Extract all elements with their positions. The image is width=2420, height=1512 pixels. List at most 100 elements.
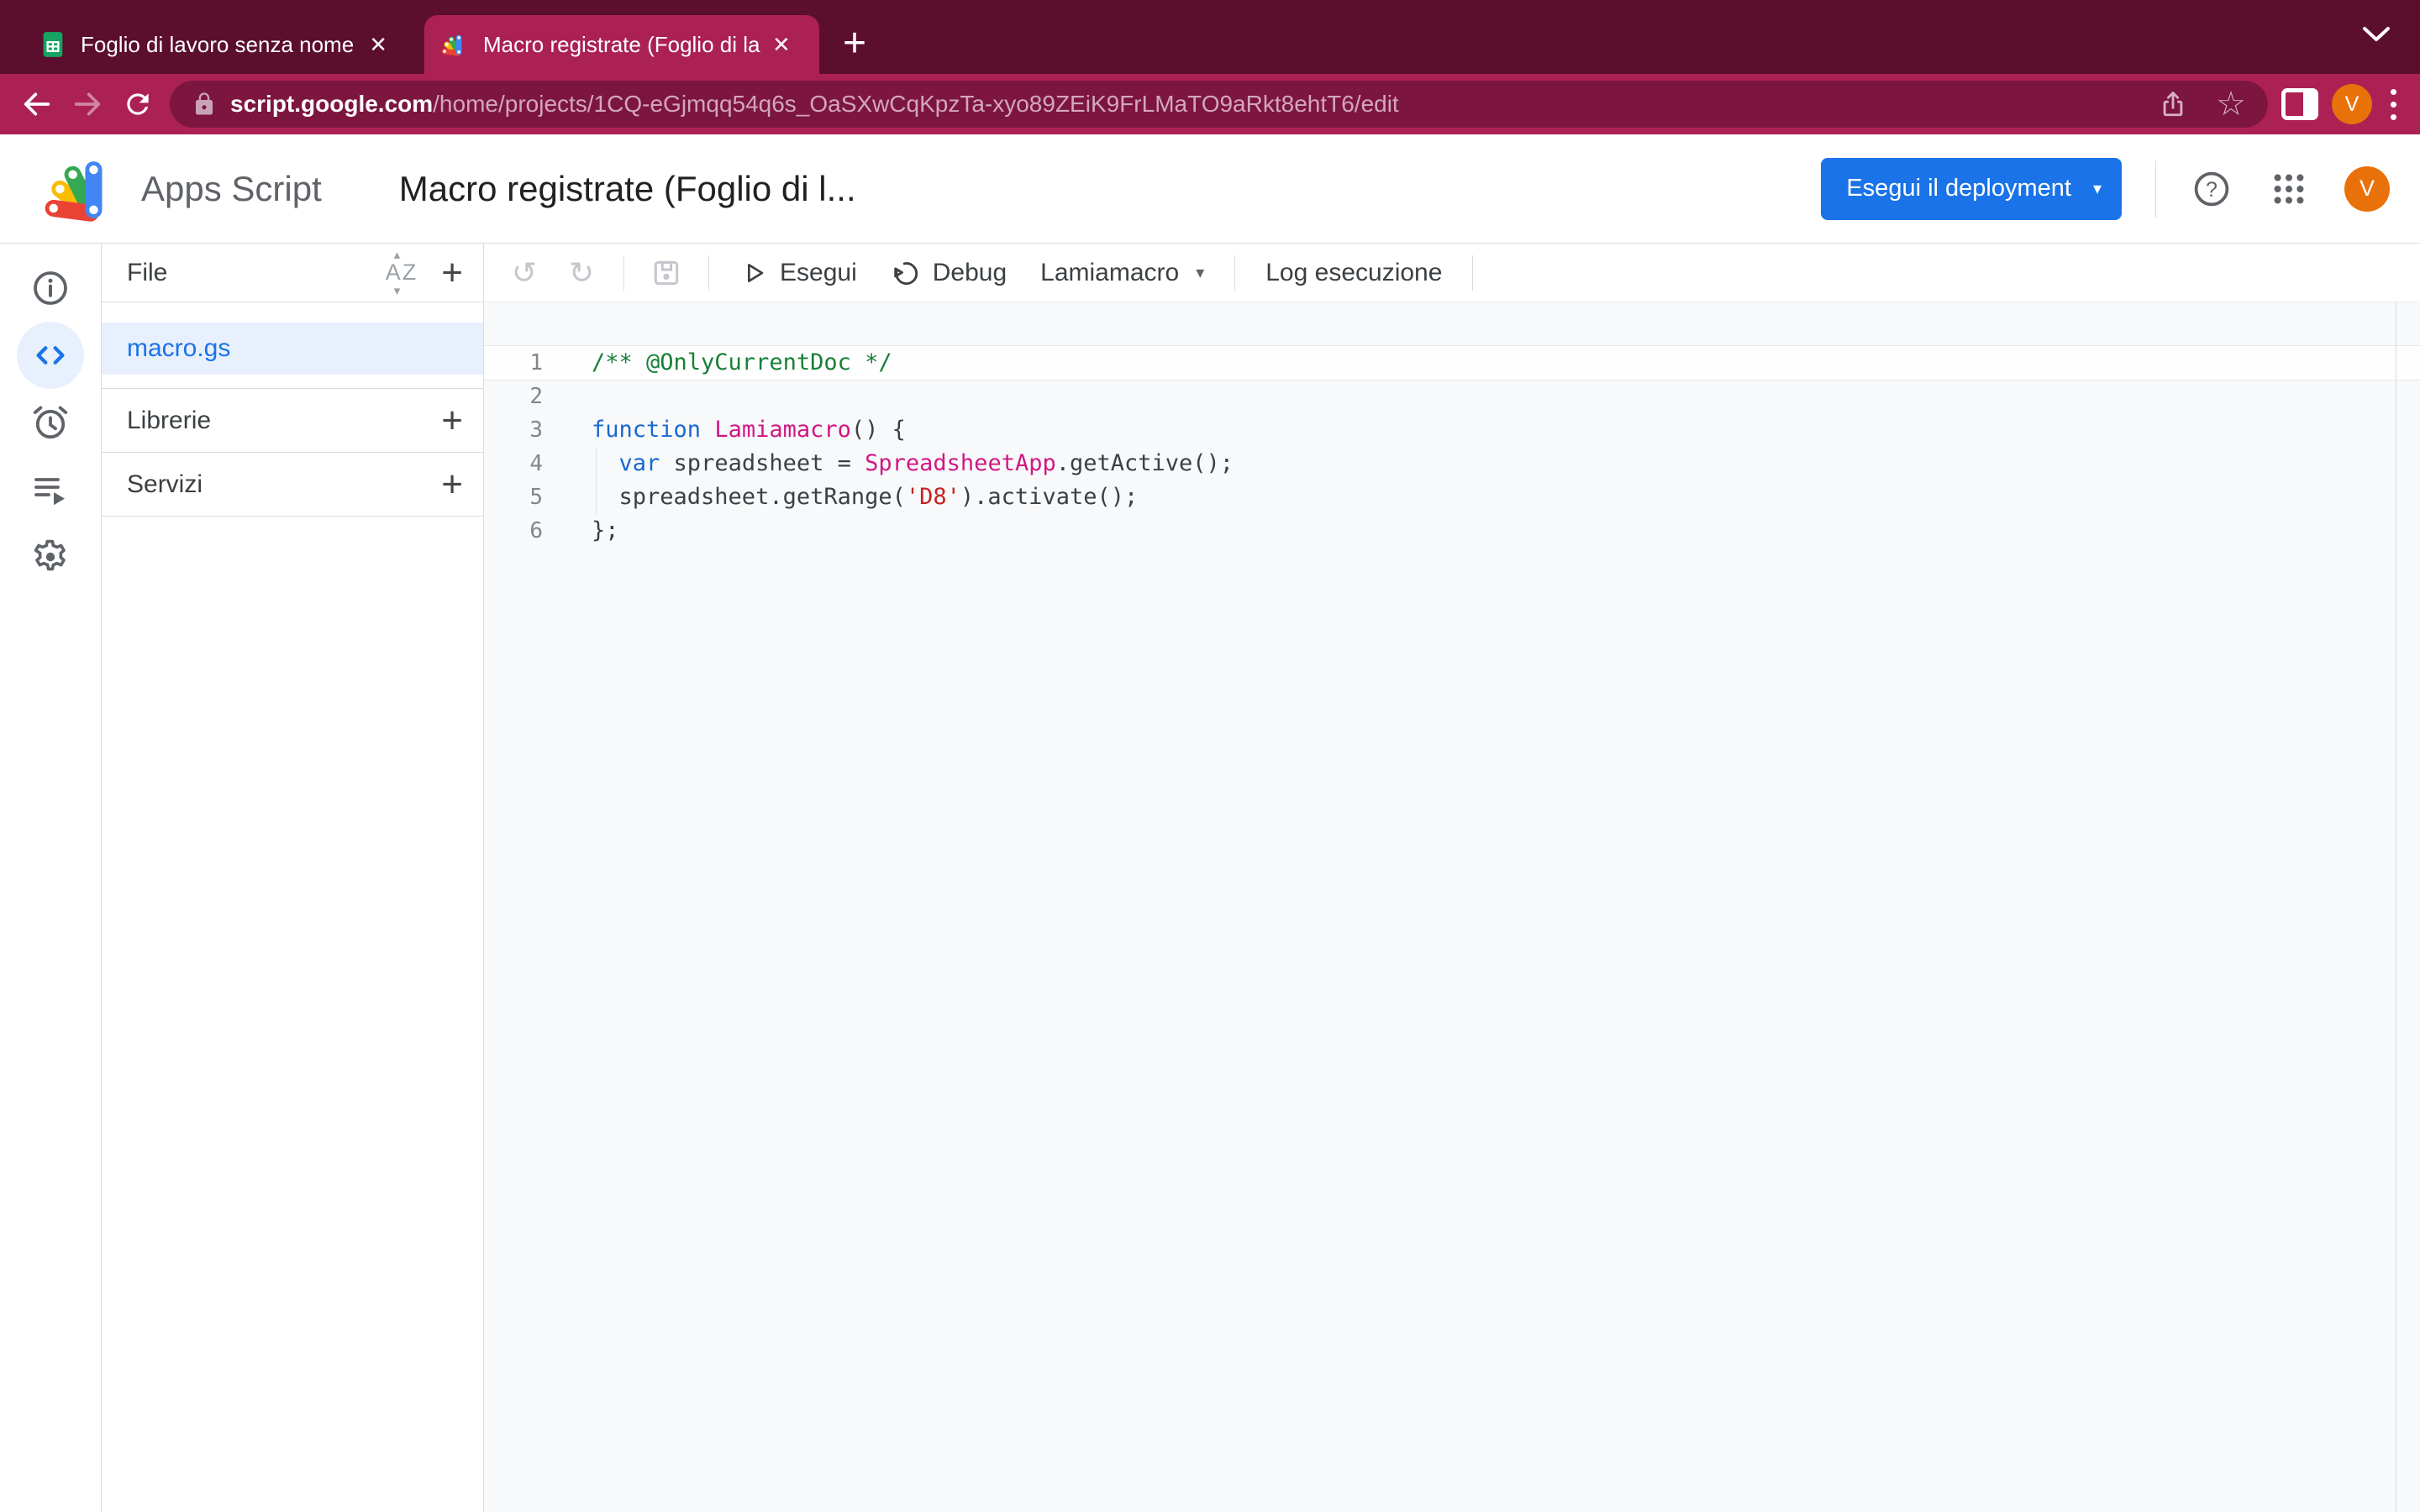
toolbar-divider [1472,255,1473,291]
side-panel-icon [2281,88,2318,120]
alarm-clock-icon [30,402,71,443]
forward-button[interactable] [69,86,106,123]
indent-guide [596,480,597,514]
execution-log-label: Log esecuzione [1265,259,1442,287]
tab-close-icon[interactable]: ✕ [369,32,387,58]
code-line-6[interactable]: 6}; [484,514,2420,548]
apps-script-logo-icon [42,154,126,224]
debug-button[interactable]: Debug [884,258,1013,288]
file-list: macro.gs [102,302,483,389]
section-label: Servizi [127,470,203,499]
toolbar-divider [1234,255,1235,291]
info-icon [30,268,71,308]
code-text: spreadsheet.getRange('D8').activate(); [543,480,1138,514]
project-title[interactable]: Macro registrate (Foglio di l... [399,169,856,209]
executions-icon [30,470,71,510]
browser-tab-apps-script[interactable]: Macro registrate (Foglio di lavo ✕ [424,15,819,74]
debug-icon [891,258,921,288]
sort-files-button[interactable]: AZ▴▾ [381,260,424,286]
play-icon [739,259,768,287]
section-label: Librerie [127,407,211,435]
reload-button[interactable] [119,86,156,123]
browser-profile-avatar[interactable]: V [2332,84,2372,124]
file-item-macro-gs[interactable]: macro.gs [102,323,483,375]
new-tab-button[interactable]: + [843,27,866,60]
tab-search-chevron-icon[interactable] [2361,25,2391,44]
gear-icon [30,537,71,577]
files-panel-title: File [127,259,167,287]
code-line-2[interactable]: 2 [484,380,2420,413]
add-file-button[interactable]: + [441,255,463,291]
apps-script-brand[interactable]: Apps Script [42,154,322,224]
file-name: macro.gs [127,334,230,363]
workspace: File AZ▴▾ + macro.gs Librerie + Servizi … [0,244,2420,1512]
rail-executions-button[interactable] [17,456,84,523]
url-path: /home/projects/1CQ-eGjmqq54q6s_OaSXwCqKp… [433,91,1399,117]
omnibox-actions: ☆ [2142,87,2246,121]
save-icon [650,257,682,289]
left-rail [0,244,102,1512]
code-text: /** @OnlyCurrentDoc */ [543,346,892,380]
rail-overview-button[interactable] [17,255,84,322]
help-icon: ? [2191,169,2232,209]
share-icon[interactable] [2159,90,2187,118]
account-avatar[interactable]: V [2344,166,2390,212]
line-number: 2 [484,380,543,413]
code-line-5[interactable]: 5 spreadsheet.getRange('D8').activate(); [484,480,2420,514]
undo-button[interactable]: ↺ [506,255,543,291]
url-text: script.google.com/home/projects/1CQ-eGjm… [230,91,1399,118]
code-text: function Lamiamacro() { [543,413,906,447]
editor: ↺ ↻ Esegui [484,244,2420,1512]
sidebar-section-libraries[interactable]: Librerie + [102,389,483,453]
google-apps-button[interactable] [2267,167,2311,211]
help-button[interactable]: ? [2190,167,2233,211]
deploy-button[interactable]: Esegui il deployment ▾ [1821,158,2122,220]
side-panel-button[interactable] [2281,86,2318,123]
sort-az-icon: AZ [386,260,418,285]
function-select-label: Lamiamacro [1040,259,1179,287]
bookmark-star-icon[interactable]: ☆ [2216,87,2246,121]
execution-log-button[interactable]: Log esecuzione [1259,259,1449,287]
redo-icon: ↻ [569,255,594,291]
rail-triggers-button[interactable] [17,389,84,456]
back-button[interactable] [18,86,55,123]
code-editor[interactable]: 1/** @OnlyCurrentDoc */23function Lamiam… [484,302,2420,1512]
add-service-button[interactable]: + [441,466,463,503]
forward-arrow-icon [71,87,104,121]
files-panel: File AZ▴▾ + macro.gs Librerie + Servizi … [102,244,484,1512]
add-library-button[interactable]: + [441,402,463,439]
code-lines: 1/** @OnlyCurrentDoc */23function Lamiam… [484,302,2420,548]
editor-toolbar: ↺ ↻ Esegui [484,244,2420,302]
code-line-4[interactable]: 4 var spreadsheet = SpreadsheetApp.getAc… [484,447,2420,480]
browser-toolbar: script.google.com/home/projects/1CQ-eGjm… [0,74,2420,134]
apps-script-icon [441,30,470,59]
apps-grid-icon [2270,170,2308,208]
rail-settings-button[interactable] [17,523,84,591]
toolbar-divider [623,255,624,291]
header-divider [2155,160,2156,218]
browser-tab-sheets[interactable]: Foglio di lavoro senza nome - F ✕ [22,15,404,74]
run-button-label: Esegui [780,259,857,287]
save-button[interactable] [648,255,685,291]
code-line-3[interactable]: 3function Lamiamacro() { [484,413,2420,447]
tab-title: Foglio di lavoro senza nome - F [81,32,357,58]
address-bar[interactable]: script.google.com/home/projects/1CQ-eGjm… [170,81,2268,128]
tab-close-icon[interactable]: ✕ [772,32,791,58]
rail-editor-button[interactable] [17,322,84,389]
sidebar-section-services[interactable]: Servizi + [102,453,483,517]
code-icon [31,336,70,375]
sort-up-icon: ▴ [394,247,402,262]
line-number: 6 [484,514,543,548]
line-number: 5 [484,480,543,514]
files-panel-actions: AZ▴▾ + [381,255,463,291]
browser-menu-icon[interactable] [2386,89,2402,120]
app-header: Apps Script Macro registrate (Foglio di … [0,134,2420,244]
redo-button[interactable]: ↻ [563,255,600,291]
header-actions: Esegui il deployment ▾ ? V [1821,158,2390,220]
function-select[interactable]: Lamiamacro ▾ [1034,259,1211,287]
back-arrow-icon [20,87,54,121]
run-button[interactable]: Esegui [733,259,864,287]
google-sheets-icon [39,30,67,59]
code-line-1[interactable]: 1/** @OnlyCurrentDoc */ [484,346,2420,380]
deploy-caret-icon: ▾ [2093,178,2102,199]
